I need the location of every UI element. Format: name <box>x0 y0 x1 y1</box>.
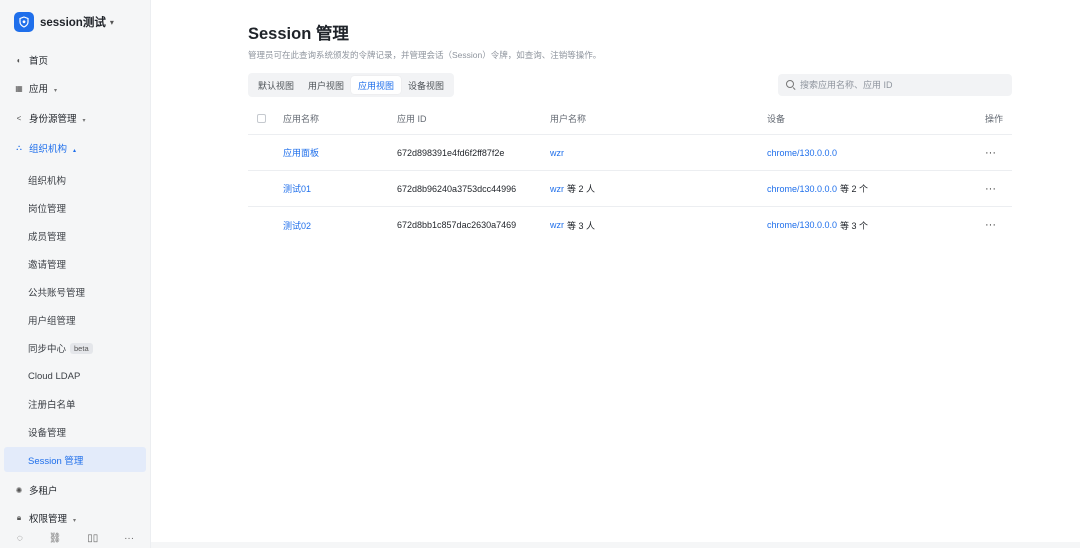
share-icon: < <box>16 113 22 123</box>
app-name-link[interactable]: 测试01 <box>283 171 311 206</box>
page-title: Session 管理 <box>248 25 349 43</box>
shield-logo-icon <box>14 12 34 32</box>
sidebar-item-organization[interactable]: ⛬ 组织机构 ▴ <box>0 136 151 160</box>
sidebar-item-permissions[interactable]: 🔒︎ 权限管理 ▾ <box>0 506 151 530</box>
tab-app-view[interactable]: 应用视图 <box>351 76 402 94</box>
table-row: 应用面板 672d898391e4fd6f2ff87f2e wzr chrome… <box>248 135 1012 171</box>
sidebar-subitem-positions[interactable]: 岗位管理 <box>0 196 151 220</box>
sidebar-item-label: 权限管理 <box>29 514 68 525</box>
header-app-id: 应用 ID <box>397 114 427 124</box>
more-actions-icon[interactable]: ··· <box>985 135 996 170</box>
page-description: 管理员可在此查询系统颁发的令牌记录，并管理会话（Session）令牌，如查询、注… <box>248 50 602 60</box>
user-link[interactable]: wzr <box>550 220 564 230</box>
sidebar-item-label: 首页 <box>29 56 49 67</box>
header-user-name: 用户名称 <box>550 114 587 124</box>
tab-user-view[interactable]: 用户视图 <box>301 76 351 94</box>
device-count: 等 2 个 <box>840 184 869 194</box>
more-icon[interactable]: ··· <box>124 533 134 544</box>
app-name-link[interactable]: 应用面板 <box>283 135 319 170</box>
app-id: 672d8bb1c857dac2630a7469 <box>397 220 517 230</box>
sidebar-subitem-devices[interactable]: 设备管理 <box>0 420 151 444</box>
header-device: 设备 <box>767 114 786 124</box>
more-actions-icon[interactable]: ··· <box>985 171 996 206</box>
sidebar-item-apps[interactable]: ▦ 应用 ▾ <box>0 76 151 100</box>
chevron-down-icon: ▾ <box>54 88 58 94</box>
sidebar-item-label: 身份源管理 <box>29 114 77 125</box>
sidebar-subitem-invitations[interactable]: 邀请管理 <box>0 252 151 276</box>
user-count: 等 3 人 <box>567 220 596 231</box>
chevron-up-icon: ▴ <box>73 148 77 154</box>
beta-badge: beta <box>70 342 93 354</box>
table-row: 测试02 672d8bb1c857dac2630a7469 wzr 等 3 人 c… <box>248 207 1012 243</box>
user-link[interactable]: wzr <box>550 148 564 158</box>
sidebar-footer: ◌ ⛓︎ ▯▯ ··· <box>0 528 151 548</box>
chevron-down-icon: ▾ <box>73 518 77 524</box>
sidebar-subitem-public-accounts[interactable]: 公共账号管理 <box>0 280 151 304</box>
app-name: session测试 <box>40 17 106 29</box>
view-tabs: 默认视图 用户视图 应用视图 设备视图 <box>248 73 455 97</box>
sidebar-item-label: 组织机构 <box>29 144 68 155</box>
tenant-icon: ✺ <box>15 485 23 495</box>
sidebar-item-multi-tenant[interactable]: ✺ 多租户 <box>0 478 151 502</box>
user-count: 等 2 人 <box>567 184 596 194</box>
main-content: Session 管理 管理员可在此查询系统颁发的令牌记录，并管理会话（Sessi… <box>151 0 1080 548</box>
app-name-link[interactable]: 测试02 <box>283 207 311 243</box>
sidebar-subitem-members[interactable]: 成员管理 <box>0 224 151 248</box>
sidebar-subitem-organization[interactable]: 组织机构 <box>0 168 151 192</box>
book-icon[interactable]: ▯▯ <box>87 533 98 544</box>
user-link[interactable]: wzr <box>550 184 564 194</box>
sidebar-subitem-user-groups[interactable]: 用户组管理 <box>0 308 151 332</box>
sidebar-subitem-sync-center[interactable]: 同步中心 beta <box>0 336 151 360</box>
device-link[interactable]: chrome/130.0.0.0 <box>767 148 837 158</box>
sidebar-subitem-registration-whitelist[interactable]: 注册白名单 <box>0 392 151 416</box>
app-id: 672d8b96240a3753dcc44996 <box>397 183 517 194</box>
settings-icon[interactable]: ◌ <box>17 533 23 544</box>
header-actions: 操作 <box>985 114 1004 124</box>
sidebar-item-label: 应用 <box>29 84 49 95</box>
table-header: 应用名称 应用 ID 用户名称 设备 操作 <box>248 103 1012 135</box>
table-row: 测试01 672d8b96240a3753dcc44996 wzr 等 2 人 c… <box>248 171 1012 207</box>
more-actions-icon[interactable]: ··· <box>985 207 996 243</box>
app-id: 672d898391e4fd6f2ff87f2e <box>397 147 505 158</box>
app-switcher[interactable]: session测试 ▾ <box>14 11 114 33</box>
chevron-down-icon: ▾ <box>109 17 114 27</box>
sidebar-item-label: 多租户 <box>29 486 58 497</box>
header-app-name: 应用名称 <box>283 114 320 124</box>
device-link[interactable]: chrome/130.0.0.0 <box>767 220 837 230</box>
apps-icon: ▦ <box>15 83 23 93</box>
select-all-checkbox[interactable] <box>257 114 266 123</box>
horizontal-scrollbar[interactable] <box>151 542 1080 548</box>
search-icon <box>786 80 796 90</box>
sidebar-item-identity-sources[interactable]: < 身份源管理 ▾ <box>0 106 151 130</box>
session-table: 应用名称 应用 ID 用户名称 设备 操作 应用面板 672d898391e4f… <box>248 103 1012 243</box>
org-icon: ⛬ <box>16 143 22 152</box>
sidebar-item-home[interactable]: ◐ 首页 <box>0 48 151 72</box>
chevron-down-icon: ▾ <box>82 118 86 124</box>
sidebar-subitem-session-management[interactable]: Session 管理 <box>4 447 146 472</box>
tab-device-view[interactable]: 设备视图 <box>401 76 451 94</box>
device-count: 等 3 个 <box>840 220 869 231</box>
sidebar: session测试 ▾ ◐ 首页 ▦ 应用 ▾ < 身份源管理 ▾ ⛬ 组织机构 ▴ … <box>0 0 151 548</box>
device-link[interactable]: chrome/130.0.0.0 <box>767 184 837 194</box>
lock-icon: 🔒︎ <box>16 513 22 522</box>
search-box <box>778 74 1012 96</box>
home-icon: ◐ <box>16 55 22 65</box>
search-input[interactable] <box>800 80 1000 90</box>
tab-default-view[interactable]: 默认视图 <box>251 76 301 94</box>
sidebar-subitem-cloud-ldap[interactable]: Cloud LDAP <box>0 364 151 388</box>
link-icon[interactable]: ⛓︎ <box>49 533 62 544</box>
